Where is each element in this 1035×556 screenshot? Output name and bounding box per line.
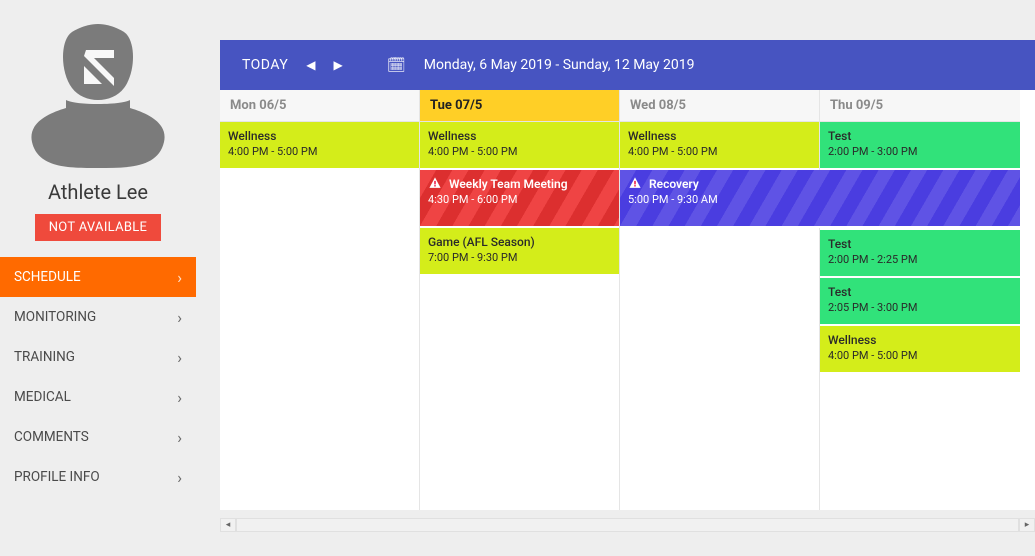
day-column: Wed 08/5Wellness4:00 PM - 5:00 PM Recove… [620, 90, 820, 510]
nav-item-label: MEDICAL [14, 389, 71, 405]
event-title: Test [828, 128, 1012, 144]
prev-week-button[interactable]: ◀ [306, 58, 315, 72]
event[interactable]: Recovery5:00 PM - 9:30 AM [620, 170, 1020, 228]
event-time: 5:00 PM - 9:30 AM [628, 193, 1012, 208]
calendar-icon[interactable]: 🗓 [387, 56, 406, 74]
event[interactable]: Game (AFL Season)7:00 PM - 9:30 PM [420, 228, 619, 276]
event-title: Game (AFL Season) [428, 234, 611, 250]
event[interactable]: Test2:05 PM - 3:00 PM [820, 278, 1020, 326]
nav-list: SCHEDULE›MONITORING›TRAINING›MEDICAL›COM… [0, 257, 196, 497]
event-title: Wellness [228, 128, 411, 144]
next-week-button[interactable]: ▶ [333, 58, 342, 72]
alert-icon [628, 176, 642, 190]
event-title: Weekly Team Meeting [428, 176, 611, 192]
day-header: Thu 09/5 [820, 90, 1020, 122]
avatar [0, 0, 196, 176]
nav-item-profile-info[interactable]: PROFILE INFO › [0, 457, 196, 497]
events-container: Wellness4:00 PM - 5:00 PM Weekly Team Me… [420, 122, 619, 276]
nav-item-monitoring[interactable]: MONITORING › [0, 297, 196, 337]
nav-item-comments[interactable]: COMMENTS › [0, 417, 196, 457]
calendar-header: TODAY ◀ ▶ 🗓 Monday, 6 May 2019 - Sunday,… [220, 40, 1035, 90]
event-title: Wellness [828, 332, 1012, 348]
event-title: Test [828, 284, 1012, 300]
nav-item-medical[interactable]: MEDICAL › [0, 377, 196, 417]
today-button[interactable]: TODAY [242, 57, 288, 73]
nav-item-label: TRAINING [14, 349, 75, 365]
main: TODAY ◀ ▶ 🗓 Monday, 6 May 2019 - Sunday,… [196, 0, 1035, 556]
event-time: 4:00 PM - 5:00 PM [628, 145, 811, 160]
event-time: 2:05 PM - 3:00 PM [828, 301, 1012, 316]
nav-item-label: COMMENTS [14, 429, 89, 445]
chevron-right-icon: › [177, 428, 182, 447]
event[interactable]: Wellness4:00 PM - 5:00 PM [620, 122, 819, 170]
event-time: 4:00 PM - 5:00 PM [228, 145, 411, 160]
user-name: Athlete Lee [0, 176, 196, 214]
event-time: 2:00 PM - 2:25 PM [828, 253, 1012, 268]
scroll-right-button[interactable]: ▸ [1019, 518, 1035, 532]
event[interactable]: Wellness4:00 PM - 5:00 PM [820, 326, 1020, 374]
event-title: Wellness [628, 128, 811, 144]
alert-icon [428, 176, 442, 190]
event-time: 4:00 PM - 5:00 PM [828, 349, 1012, 364]
calendar-grid: Mon 06/5Wellness4:00 PM - 5:00 PMTue 07/… [220, 90, 1035, 510]
event-title: Wellness [428, 128, 611, 144]
event[interactable]: Wellness4:00 PM - 5:00 PM [220, 122, 419, 170]
day-header: Wed 08/5 [620, 90, 819, 122]
nav-item-schedule[interactable]: SCHEDULE › [0, 257, 196, 297]
day-header: Mon 06/5 [220, 90, 419, 122]
event-time: 4:30 PM - 6:00 PM [428, 193, 611, 208]
nav-item-label: MONITORING [14, 309, 96, 325]
events-container: Test2:00 PM - 3:00 PMTest2:00 PM - 2:25 … [820, 122, 1020, 374]
chevron-right-icon: › [177, 388, 182, 407]
event[interactable]: Wellness4:00 PM - 5:00 PM [420, 122, 619, 170]
day-column: Tue 07/5Wellness4:00 PM - 5:00 PM Weekly… [420, 90, 620, 510]
event[interactable]: Test2:00 PM - 3:00 PM [820, 122, 1020, 170]
horizontal-scrollbar[interactable]: ◂ ▸ [220, 518, 1035, 532]
nav-item-label: SCHEDULE [14, 269, 81, 285]
day-column: Mon 06/5Wellness4:00 PM - 5:00 PM [220, 90, 420, 510]
status-badge: NOT AVAILABLE [35, 214, 162, 241]
chevron-right-icon: › [177, 308, 182, 327]
chevron-right-icon: › [177, 348, 182, 367]
day-header: Tue 07/5 [420, 90, 619, 122]
event-title: Test [828, 236, 1012, 252]
avatar-icon [28, 18, 168, 168]
events-container: Wellness4:00 PM - 5:00 PM [220, 122, 419, 170]
event-time: 7:00 PM - 9:30 PM [428, 251, 611, 266]
chevron-right-icon: › [177, 268, 182, 287]
day-column: Thu 09/5Test2:00 PM - 3:00 PMTest2:00 PM… [820, 90, 1020, 510]
event[interactable]: Test2:00 PM - 2:25 PM [820, 230, 1020, 278]
scroll-track[interactable] [236, 518, 1019, 532]
event[interactable]: Weekly Team Meeting4:30 PM - 6:00 PM [420, 170, 619, 228]
event-time: 2:00 PM - 3:00 PM [828, 145, 1012, 160]
sidebar: Athlete Lee NOT AVAILABLE SCHEDULE›MONIT… [0, 0, 196, 556]
event-title: Recovery [628, 176, 1012, 192]
events-container: Wellness4:00 PM - 5:00 PM Recovery5:00 P… [620, 122, 819, 228]
nav-item-label: PROFILE INFO [14, 469, 100, 485]
nav-item-training[interactable]: TRAINING › [0, 337, 196, 377]
event-time: 4:00 PM - 5:00 PM [428, 145, 611, 160]
date-range: Monday, 6 May 2019 - Sunday, 12 May 2019 [424, 57, 695, 73]
chevron-right-icon: › [177, 468, 182, 487]
scroll-left-button[interactable]: ◂ [220, 518, 236, 532]
